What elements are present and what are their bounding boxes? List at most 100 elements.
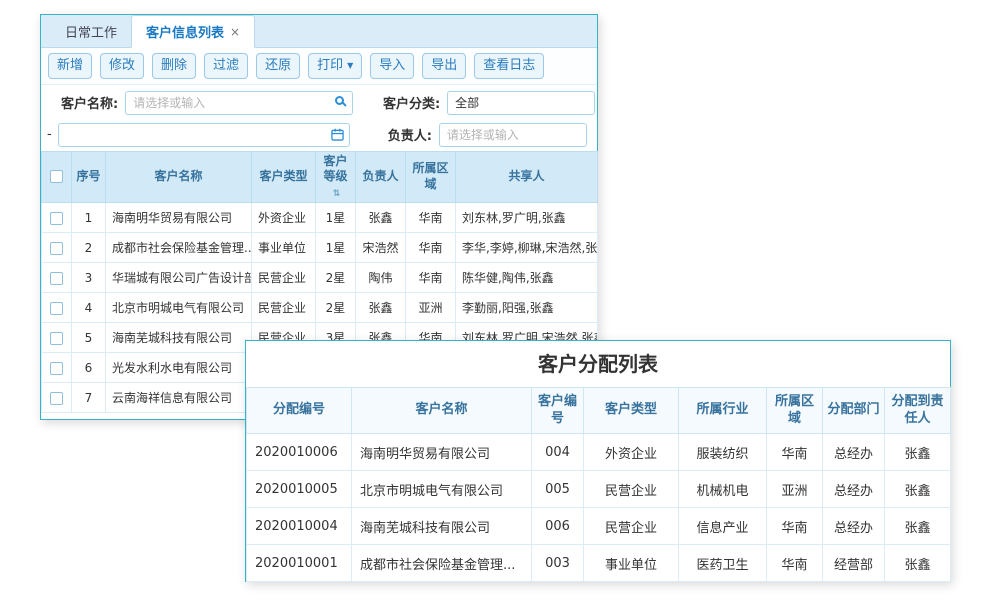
allocation-no-link[interactable]: 2020010005 — [247, 471, 352, 508]
cell-industry: 医药卫生 — [679, 545, 767, 582]
row-checkbox[interactable] — [50, 212, 63, 225]
cell-dept: 经营部 — [823, 545, 885, 582]
assignee-link[interactable]: 张鑫 — [885, 434, 951, 471]
customer-name-link[interactable]: 北京市明城电气有限公司 — [352, 471, 532, 508]
checkbox-cell — [42, 323, 72, 353]
select-all-checkbox[interactable] — [50, 170, 63, 183]
cell-region: 华南 — [767, 545, 823, 582]
checkbox-cell — [42, 383, 72, 413]
cell-no: 3 — [72, 263, 106, 293]
cell-region: 华南 — [406, 203, 456, 233]
owner-link[interactable]: 陶伟 — [356, 263, 406, 293]
owner-link[interactable]: 张鑫 — [356, 293, 406, 323]
customer-name-link[interactable]: 海南芜城科技有限公司 — [352, 508, 532, 545]
customer-name-link[interactable]: 北京市明城电气有限公司 — [106, 293, 252, 323]
cell-cust-no: 003 — [532, 545, 584, 582]
assignee-link[interactable]: 张鑫 — [885, 471, 951, 508]
modify-button[interactable]: 修改 — [100, 53, 144, 79]
table-row: 4 北京市明城电气有限公司 民营企业 2星 张鑫 亚洲 李勤丽,阳强,张鑫 — [42, 293, 598, 323]
search-icon[interactable] — [335, 96, 344, 105]
import-button[interactable]: 导入 — [370, 53, 414, 79]
customer-name-label: 客户名称: — [61, 93, 118, 112]
close-icon[interactable]: × — [230, 26, 240, 38]
date-range-dash: - — [47, 127, 52, 142]
filter-row-1: 客户名称: 客户分类: 全部 — [41, 87, 597, 119]
customer-name-link[interactable]: 成都市社会保险基金管理... — [352, 545, 532, 582]
allocation-list-window: 客户分配列表 分配编号 客户名称 客户编号 客户类型 所属行业 所属区域 分配部… — [245, 340, 951, 582]
sort-icon[interactable]: ⇅ — [333, 189, 341, 199]
cell-no: 7 — [72, 383, 106, 413]
button-label: 导出 — [431, 58, 457, 74]
table-row: 3 华瑞城有限公司广告设计部 民营企业 2星 陶伟 华南 陈华健,陶伟,张鑫 — [42, 263, 598, 293]
row-checkbox[interactable] — [50, 242, 63, 255]
cell-type: 民营企业 — [252, 293, 316, 323]
tab-customer-info-list[interactable]: 客户信息列表 × — [131, 15, 255, 48]
col-header-region: 所属区域 — [406, 151, 456, 203]
owner-link[interactable]: 张鑫 — [356, 203, 406, 233]
customer-name-link[interactable]: 海南芜城科技有限公司 — [106, 323, 252, 353]
allocation-title: 客户分配列表 — [246, 341, 950, 387]
view-log-button[interactable]: 查看日志 — [474, 53, 544, 79]
allocation-no-link[interactable]: 2020010001 — [247, 545, 352, 582]
checkbox-cell — [42, 203, 72, 233]
allocation-no-link[interactable]: 2020010006 — [247, 434, 352, 471]
tab-label: 日常工作 — [65, 22, 117, 41]
export-button[interactable]: 导出 — [422, 53, 466, 79]
button-label: 删除 — [161, 58, 187, 74]
col-header-level[interactable]: 客户等级 ⇅ — [316, 151, 356, 203]
tab-daily-work[interactable]: 日常工作 — [51, 15, 131, 47]
category-select[interactable]: 全部 — [447, 91, 595, 115]
cell-industry: 机械机电 — [679, 471, 767, 508]
delete-button[interactable]: 删除 — [152, 53, 196, 79]
add-button[interactable]: 新增 — [48, 53, 92, 79]
customer-name-link[interactable]: 成都市社会保险基金管理... — [106, 233, 252, 263]
owner-field-wrap — [439, 123, 587, 147]
row-checkbox[interactable] — [50, 302, 63, 315]
allocation-row: 2020010005 北京市明城电气有限公司 005 民营企业 机械机电 亚洲 … — [247, 471, 951, 508]
cell-type: 外资企业 — [584, 434, 679, 471]
customer-name-link[interactable]: 海南明华贸易有限公司 — [352, 434, 532, 471]
col-header-region: 所属区域 — [767, 388, 823, 434]
col-header-assignee: 分配到责任人 — [885, 388, 951, 434]
row-checkbox[interactable] — [50, 332, 63, 345]
allocation-no-link[interactable]: 2020010004 — [247, 508, 352, 545]
print-button[interactable]: 打印 ▼ — [308, 53, 362, 79]
checkbox-cell — [42, 353, 72, 383]
row-checkbox[interactable] — [50, 392, 63, 405]
col-header-type: 客户类型 — [252, 151, 316, 203]
row-checkbox[interactable] — [50, 272, 63, 285]
cell-type: 事业单位 — [584, 545, 679, 582]
col-header-alloc-no: 分配编号 — [247, 388, 352, 434]
cell-region: 华南 — [767, 508, 823, 545]
calendar-icon[interactable] — [331, 128, 344, 141]
checkbox-cell — [42, 293, 72, 323]
table-row: 1 海南明华贸易有限公司 外资企业 1星 张鑫 华南 刘东林,罗广明,张鑫 — [42, 203, 598, 233]
cell-no: 5 — [72, 323, 106, 353]
customer-category-label: 客户分类: — [383, 93, 440, 112]
col-header-name: 客户名称 — [106, 151, 252, 203]
cell-no: 2 — [72, 233, 106, 263]
restore-button[interactable]: 还原 — [256, 53, 300, 79]
allocation-row: 2020010006 海南明华贸易有限公司 004 外资企业 服装纺织 华南 总… — [247, 434, 951, 471]
customer-name-input[interactable] — [125, 91, 353, 115]
customer-name-link[interactable]: 华瑞城有限公司广告设计部 — [106, 263, 252, 293]
cell-cust-no: 006 — [532, 508, 584, 545]
cell-dept: 总经办 — [823, 434, 885, 471]
cell-type: 事业单位 — [252, 233, 316, 263]
assignee-link[interactable]: 张鑫 — [885, 545, 951, 582]
row-checkbox[interactable] — [50, 362, 63, 375]
tab-label: 客户信息列表 — [146, 22, 224, 41]
customer-name-link[interactable]: 光发水利水电有限公司 — [106, 353, 252, 383]
col-header-label: 客户等级 — [323, 154, 347, 184]
cell-cust-no: 005 — [532, 471, 584, 508]
owner-link[interactable]: 宋浩然 — [356, 233, 406, 263]
filter-button[interactable]: 过滤 — [204, 53, 248, 79]
customer-name-link[interactable]: 云南海祥信息有限公司 — [106, 383, 252, 413]
col-header-dept: 分配部门 — [823, 388, 885, 434]
customer-name-link[interactable]: 海南明华贸易有限公司 — [106, 203, 252, 233]
cell-type: 民营企业 — [252, 263, 316, 293]
date-input[interactable] — [58, 123, 350, 147]
owner-input[interactable] — [439, 123, 587, 147]
cell-region: 华南 — [406, 263, 456, 293]
assignee-link[interactable]: 张鑫 — [885, 508, 951, 545]
